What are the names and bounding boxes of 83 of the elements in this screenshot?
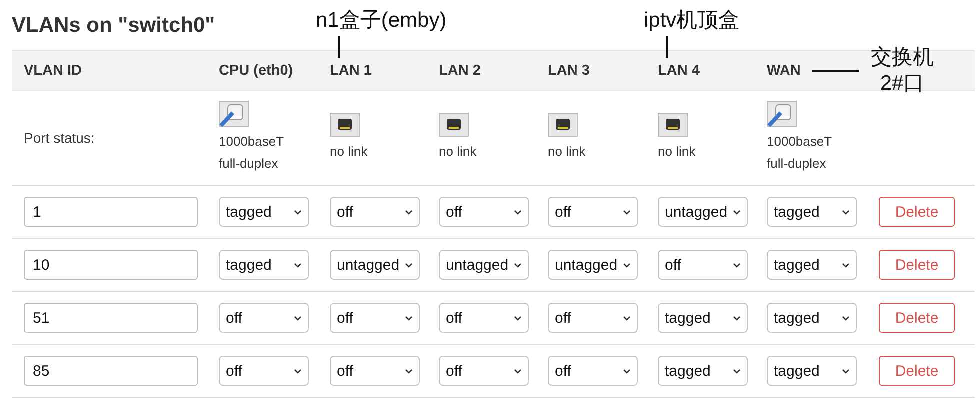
caret-icon <box>842 210 850 214</box>
leader-line <box>666 36 668 58</box>
caret-icon <box>623 316 631 320</box>
leader-line <box>812 70 859 72</box>
caret-icon <box>842 262 850 268</box>
port-mode-select[interactable]: off <box>548 356 638 386</box>
port-mode-select[interactable]: off <box>439 197 529 227</box>
caret-icon <box>514 210 522 214</box>
caret-icon <box>623 368 631 374</box>
port-status-text: 1000baseT full-duplex <box>219 133 284 173</box>
column-header: LAN 4 <box>658 62 700 78</box>
port-mode-select[interactable]: untagged <box>548 250 638 280</box>
delete-button[interactable]: Delete <box>879 250 955 280</box>
connected-port-icon <box>767 101 797 127</box>
port-mode-select[interactable]: off <box>330 303 420 333</box>
column-header: VLAN ID <box>24 62 82 78</box>
port-mode-select[interactable]: off <box>548 197 638 227</box>
vlan-id-field[interactable]: 51 <box>24 303 198 333</box>
empty-port-icon <box>548 113 578 137</box>
port-mode-select[interactable]: tagged <box>767 197 857 227</box>
caret-icon <box>294 262 302 268</box>
port-status-text: no link <box>548 143 586 161</box>
column-header: WAN <box>767 62 801 78</box>
annotation-label: iptv机顶盒 <box>644 8 740 34</box>
column-header: LAN 2 <box>439 62 481 78</box>
vlan-id-field[interactable]: 10 <box>24 250 198 280</box>
caret-icon <box>405 262 413 268</box>
vlan-id-field[interactable]: 1 <box>24 197 198 227</box>
port-mode-select[interactable]: tagged <box>219 250 309 280</box>
delete-button[interactable]: Delete <box>879 197 955 227</box>
column-header: CPU (eth0) <box>219 62 294 78</box>
caret-icon <box>623 210 631 214</box>
caret-icon <box>294 210 302 214</box>
column-header: LAN 1 <box>330 62 372 78</box>
port-mode-select[interactable]: off <box>439 303 529 333</box>
port-mode-select[interactable]: tagged <box>219 197 309 227</box>
port-mode-select[interactable]: off <box>548 303 638 333</box>
caret-icon <box>733 262 741 268</box>
caret-icon <box>623 262 631 268</box>
port-mode-select[interactable]: off <box>658 250 748 280</box>
port-status-label: Port status: <box>24 130 95 146</box>
caret-icon <box>294 368 302 374</box>
port-mode-select[interactable]: tagged <box>767 250 857 280</box>
connected-port-icon <box>219 101 249 127</box>
empty-port-icon <box>330 113 360 137</box>
caret-icon <box>294 316 302 320</box>
column-header: LAN 3 <box>548 62 590 78</box>
section-title: VLANs on "switch0" <box>12 14 216 38</box>
port-status-text: no link <box>330 143 368 161</box>
empty-port-icon <box>439 113 469 137</box>
caret-icon <box>405 210 413 214</box>
caret-icon <box>733 210 741 214</box>
caret-icon <box>405 316 413 320</box>
port-mode-select[interactable]: tagged <box>767 356 857 386</box>
port-status-text: no link <box>658 143 696 161</box>
port-mode-select[interactable]: tagged <box>767 303 857 333</box>
port-mode-select[interactable]: untagged <box>658 197 748 227</box>
caret-icon <box>733 316 741 320</box>
caret-icon <box>405 368 413 374</box>
port-mode-select[interactable]: off <box>219 356 309 386</box>
caret-icon <box>514 262 522 268</box>
port-mode-select[interactable]: off <box>439 356 529 386</box>
leader-line <box>338 36 340 58</box>
caret-icon <box>733 368 741 374</box>
caret-icon <box>514 368 522 374</box>
port-mode-select[interactable]: untagged <box>439 250 529 280</box>
caret-icon <box>842 368 850 374</box>
port-mode-select[interactable]: untagged <box>330 250 420 280</box>
port-mode-select[interactable]: off <box>330 356 420 386</box>
caret-icon <box>514 316 522 320</box>
delete-button[interactable]: Delete <box>879 356 955 386</box>
port-status-text: no link <box>439 143 477 161</box>
delete-button[interactable]: Delete <box>879 303 955 333</box>
annotation-label: n1盒子(emby) <box>316 8 447 34</box>
vlan-id-field[interactable]: 85 <box>24 356 198 386</box>
port-mode-select[interactable]: tagged <box>658 303 748 333</box>
caret-icon <box>842 316 850 320</box>
port-mode-select[interactable]: tagged <box>658 356 748 386</box>
annotation-label: 交换机 2#口 <box>871 44 934 96</box>
empty-port-icon <box>658 113 688 137</box>
port-mode-select[interactable]: off <box>219 303 309 333</box>
port-status-text: 1000baseT full-duplex <box>767 133 832 173</box>
port-mode-select[interactable]: off <box>330 197 420 227</box>
